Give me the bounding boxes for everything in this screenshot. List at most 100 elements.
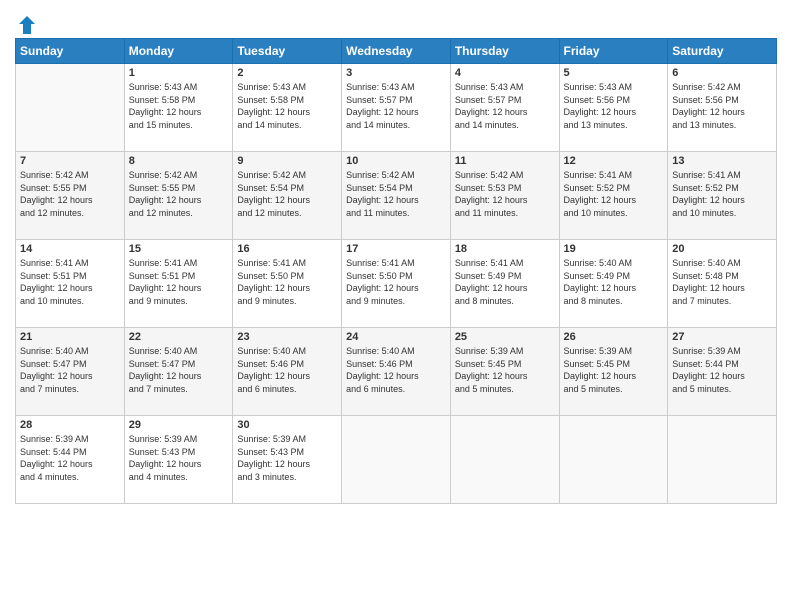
day-number: 6 <box>672 67 772 79</box>
calendar-cell: 15 Sunrise: 5:41 AM Sunset: 5:51 PM Dayli… <box>124 240 233 328</box>
day-info: Sunrise: 5:42 AM Sunset: 5:54 PM Dayligh… <box>346 169 446 219</box>
day-number: 24 <box>346 331 446 343</box>
day-info: Sunrise: 5:40 AM Sunset: 5:47 PM Dayligh… <box>20 345 120 395</box>
calendar-header-thursday: Thursday <box>450 39 559 64</box>
day-info: Sunrise: 5:39 AM Sunset: 5:45 PM Dayligh… <box>564 345 664 395</box>
day-info: Sunrise: 5:40 AM Sunset: 5:46 PM Dayligh… <box>237 345 337 395</box>
day-info: Sunrise: 5:41 AM Sunset: 5:49 PM Dayligh… <box>455 257 555 307</box>
calendar-cell: 2 Sunrise: 5:43 AM Sunset: 5:58 PM Daylig… <box>233 64 342 152</box>
day-info: Sunrise: 5:41 AM Sunset: 5:52 PM Dayligh… <box>672 169 772 219</box>
calendar-cell: 1 Sunrise: 5:43 AM Sunset: 5:58 PM Daylig… <box>124 64 233 152</box>
day-number: 14 <box>20 243 120 255</box>
day-info: Sunrise: 5:42 AM Sunset: 5:56 PM Dayligh… <box>672 81 772 131</box>
calendar-cell: 17 Sunrise: 5:41 AM Sunset: 5:50 PM Dayli… <box>342 240 451 328</box>
calendar-cell: 12 Sunrise: 5:41 AM Sunset: 5:52 PM Dayli… <box>559 152 668 240</box>
day-info: Sunrise: 5:43 AM Sunset: 5:57 PM Dayligh… <box>455 81 555 131</box>
day-number: 28 <box>20 419 120 431</box>
calendar-cell: 19 Sunrise: 5:40 AM Sunset: 5:49 PM Dayli… <box>559 240 668 328</box>
calendar-cell: 21 Sunrise: 5:40 AM Sunset: 5:47 PM Dayli… <box>16 328 125 416</box>
day-info: Sunrise: 5:39 AM Sunset: 5:45 PM Dayligh… <box>455 345 555 395</box>
calendar-cell: 16 Sunrise: 5:41 AM Sunset: 5:50 PM Dayli… <box>233 240 342 328</box>
calendar-cell: 9Sunrise: 5:42 AM Sunset: 5:54 PM Daylig… <box>233 152 342 240</box>
day-info: Sunrise: 5:43 AM Sunset: 5:57 PM Dayligh… <box>346 81 446 131</box>
day-info: Sunrise: 5:42 AM Sunset: 5:55 PM Dayligh… <box>20 169 120 219</box>
day-number: 7 <box>20 155 120 167</box>
calendar-cell: 29 Sunrise: 5:39 AM Sunset: 5:43 PM Dayli… <box>124 416 233 504</box>
day-number: 3 <box>346 67 446 79</box>
day-info: Sunrise: 5:40 AM Sunset: 5:47 PM Dayligh… <box>129 345 229 395</box>
day-number: 1 <box>129 67 229 79</box>
calendar-cell: 4 Sunrise: 5:43 AM Sunset: 5:57 PM Daylig… <box>450 64 559 152</box>
day-info: Sunrise: 5:41 AM Sunset: 5:51 PM Dayligh… <box>129 257 229 307</box>
calendar-cell: 6 Sunrise: 5:42 AM Sunset: 5:56 PM Daylig… <box>668 64 777 152</box>
calendar-cell: 18Sunrise: 5:41 AM Sunset: 5:49 PM Dayli… <box>450 240 559 328</box>
calendar-cell <box>342 416 451 504</box>
calendar-cell: 27Sunrise: 5:39 AM Sunset: 5:44 PM Dayli… <box>668 328 777 416</box>
calendar-body: 1 Sunrise: 5:43 AM Sunset: 5:58 PM Daylig… <box>16 64 777 504</box>
day-info: Sunrise: 5:41 AM Sunset: 5:50 PM Dayligh… <box>237 257 337 307</box>
day-number: 4 <box>455 67 555 79</box>
day-number: 27 <box>672 331 772 343</box>
day-info: Sunrise: 5:43 AM Sunset: 5:58 PM Dayligh… <box>237 81 337 131</box>
calendar-cell: 24Sunrise: 5:40 AM Sunset: 5:46 PM Dayli… <box>342 328 451 416</box>
day-info: Sunrise: 5:41 AM Sunset: 5:52 PM Dayligh… <box>564 169 664 219</box>
calendar-table: SundayMondayTuesdayWednesdayThursdayFrid… <box>15 38 777 504</box>
day-number: 11 <box>455 155 555 167</box>
day-number: 16 <box>237 243 337 255</box>
calendar-cell: 13 Sunrise: 5:41 AM Sunset: 5:52 PM Dayli… <box>668 152 777 240</box>
day-info: Sunrise: 5:39 AM Sunset: 5:43 PM Dayligh… <box>237 433 337 483</box>
calendar-cell: 22 Sunrise: 5:40 AM Sunset: 5:47 PM Dayli… <box>124 328 233 416</box>
calendar-cell <box>668 416 777 504</box>
day-number: 20 <box>672 243 772 255</box>
day-number: 19 <box>564 243 664 255</box>
day-info: Sunrise: 5:39 AM Sunset: 5:43 PM Dayligh… <box>129 433 229 483</box>
day-number: 5 <box>564 67 664 79</box>
day-number: 26 <box>564 331 664 343</box>
day-info: Sunrise: 5:39 AM Sunset: 5:44 PM Dayligh… <box>20 433 120 483</box>
day-number: 21 <box>20 331 120 343</box>
calendar-header-tuesday: Tuesday <box>233 39 342 64</box>
day-info: Sunrise: 5:40 AM Sunset: 5:48 PM Dayligh… <box>672 257 772 307</box>
calendar-cell <box>16 64 125 152</box>
calendar-header-friday: Friday <box>559 39 668 64</box>
calendar-week-row: 1 Sunrise: 5:43 AM Sunset: 5:58 PM Daylig… <box>16 64 777 152</box>
day-number: 12 <box>564 155 664 167</box>
calendar-cell: 23Sunrise: 5:40 AM Sunset: 5:46 PM Dayli… <box>233 328 342 416</box>
day-info: Sunrise: 5:40 AM Sunset: 5:49 PM Dayligh… <box>564 257 664 307</box>
calendar-cell: 14Sunrise: 5:41 AM Sunset: 5:51 PM Dayli… <box>16 240 125 328</box>
calendar-week-row: 28 Sunrise: 5:39 AM Sunset: 5:44 PM Dayli… <box>16 416 777 504</box>
calendar-cell: 25Sunrise: 5:39 AM Sunset: 5:45 PM Dayli… <box>450 328 559 416</box>
calendar-cell: 8Sunrise: 5:42 AM Sunset: 5:55 PM Daylig… <box>124 152 233 240</box>
calendar-cell <box>450 416 559 504</box>
calendar-cell: 28 Sunrise: 5:39 AM Sunset: 5:44 PM Dayli… <box>16 416 125 504</box>
calendar-header-row: SundayMondayTuesdayWednesdayThursdayFrid… <box>16 39 777 64</box>
day-number: 22 <box>129 331 229 343</box>
calendar-cell: 7 Sunrise: 5:42 AM Sunset: 5:55 PM Daylig… <box>16 152 125 240</box>
day-info: Sunrise: 5:41 AM Sunset: 5:50 PM Dayligh… <box>346 257 446 307</box>
calendar-header-sunday: Sunday <box>16 39 125 64</box>
calendar-cell: 10 Sunrise: 5:42 AM Sunset: 5:54 PM Dayli… <box>342 152 451 240</box>
calendar-cell: 26 Sunrise: 5:39 AM Sunset: 5:45 PM Dayli… <box>559 328 668 416</box>
calendar-week-row: 21 Sunrise: 5:40 AM Sunset: 5:47 PM Dayli… <box>16 328 777 416</box>
calendar-cell: 5 Sunrise: 5:43 AM Sunset: 5:56 PM Daylig… <box>559 64 668 152</box>
logo-icon <box>15 14 37 36</box>
day-number: 2 <box>237 67 337 79</box>
calendar-header-saturday: Saturday <box>668 39 777 64</box>
day-number: 29 <box>129 419 229 431</box>
day-info: Sunrise: 5:42 AM Sunset: 5:53 PM Dayligh… <box>455 169 555 219</box>
day-info: Sunrise: 5:43 AM Sunset: 5:56 PM Dayligh… <box>564 81 664 131</box>
calendar-header-wednesday: Wednesday <box>342 39 451 64</box>
calendar-cell: 11 Sunrise: 5:42 AM Sunset: 5:53 PM Dayli… <box>450 152 559 240</box>
day-number: 15 <box>129 243 229 255</box>
day-info: Sunrise: 5:43 AM Sunset: 5:58 PM Dayligh… <box>129 81 229 131</box>
logo <box>15 14 37 32</box>
calendar-cell <box>559 416 668 504</box>
day-info: Sunrise: 5:42 AM Sunset: 5:54 PM Dayligh… <box>237 169 337 219</box>
day-number: 10 <box>346 155 446 167</box>
day-number: 17 <box>346 243 446 255</box>
calendar-week-row: 7 Sunrise: 5:42 AM Sunset: 5:55 PM Daylig… <box>16 152 777 240</box>
calendar-week-row: 14 Sunrise: 5:41 AM Sunset: 5:51 PM Dayli… <box>16 240 777 328</box>
calendar-cell: 30Sunrise: 5:39 AM Sunset: 5:43 PM Dayli… <box>233 416 342 504</box>
day-number: 13 <box>672 155 772 167</box>
day-number: 8 <box>129 155 229 167</box>
